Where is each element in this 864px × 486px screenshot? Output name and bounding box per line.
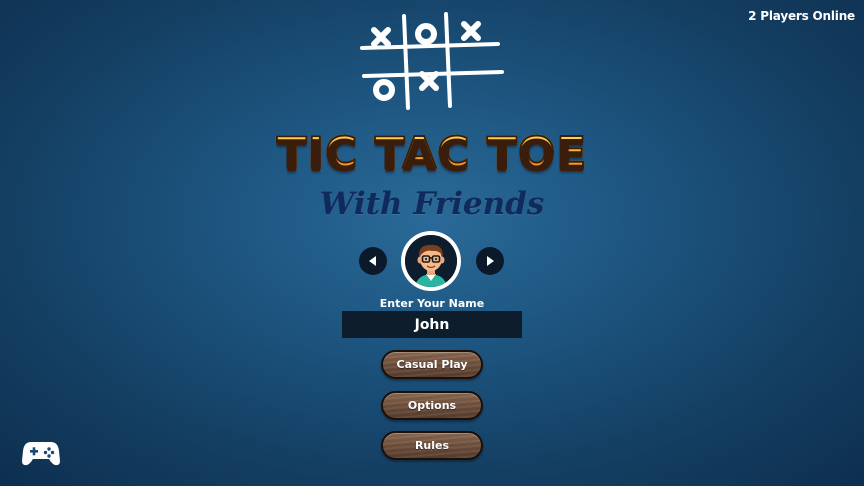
tic-tac-toe-board-icon xyxy=(360,12,504,110)
options-button[interactable]: Options xyxy=(381,391,483,420)
casual-play-button[interactable]: Casual Play xyxy=(381,350,483,379)
gamepad-icon[interactable] xyxy=(22,439,60,467)
players-online-status: 2 Players Online xyxy=(748,9,855,23)
avatar xyxy=(401,231,461,291)
next-avatar-button[interactable] xyxy=(476,247,504,275)
previous-avatar-button[interactable] xyxy=(359,247,387,275)
chevron-left-icon xyxy=(369,256,376,266)
game-title: TIC TAC TOE xyxy=(0,127,864,180)
nerd-boy-avatar xyxy=(405,235,457,287)
chevron-right-icon xyxy=(487,256,494,266)
rules-button[interactable]: Rules xyxy=(381,431,483,460)
name-input[interactable] xyxy=(342,311,522,338)
name-field-label: Enter Your Name xyxy=(379,297,485,310)
game-subtitle: With Friends xyxy=(319,186,545,222)
